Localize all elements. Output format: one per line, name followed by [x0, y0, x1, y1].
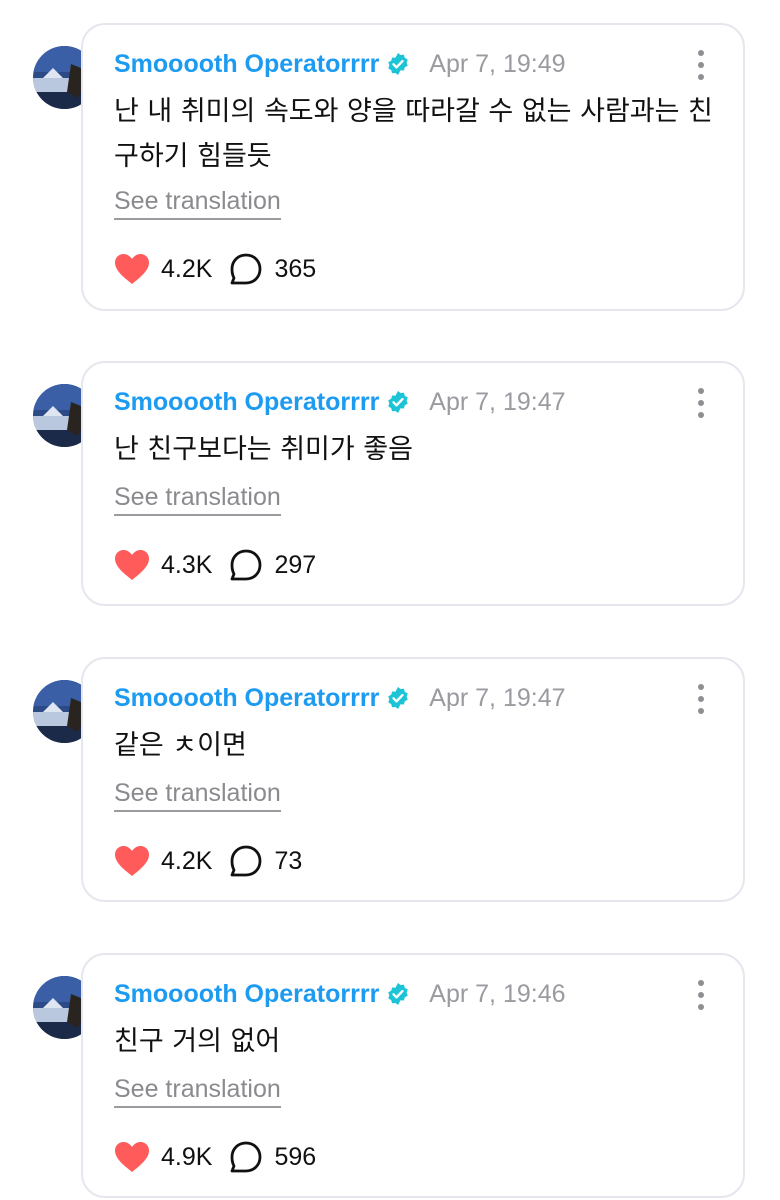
reply-count: 297: [274, 550, 317, 579]
post: Smooooth Operatorrrr Apr 7, 19:46 친구 거의 …: [0, 930, 780, 1200]
post-text: 난 친구보다는 취미가 좋음: [114, 434, 413, 465]
like-button[interactable]: 4.3K: [114, 549, 212, 581]
reply-count: 365: [274, 254, 317, 283]
author-name[interactable]: Smooooth Operatorrrr: [114, 980, 379, 1009]
heart-icon: [115, 1142, 149, 1172]
post-header: Smooooth Operatorrrr Apr 7, 19:47: [114, 680, 566, 716]
author-name[interactable]: Smooooth Operatorrrr: [114, 388, 379, 417]
more-options-icon[interactable]: [695, 50, 707, 80]
post: Smooooth Operatorrrr Apr 7, 19:49 난 내 취미…: [0, 0, 780, 340]
verified-badge-icon: [386, 52, 410, 76]
post-timestamp: Apr 7, 19:49: [429, 49, 566, 78]
heart-icon: [115, 550, 149, 580]
post-timestamp: Apr 7, 19:47: [429, 683, 566, 712]
verified-badge-icon: [386, 982, 410, 1006]
post-header: Smooooth Operatorrrr Apr 7, 19:47: [114, 384, 566, 420]
like-count: 4.2K: [161, 254, 213, 283]
post: Smooooth Operatorrrr Apr 7, 19:47 난 친구보다…: [0, 338, 780, 634]
verified-badge-icon: [386, 686, 410, 710]
like-button[interactable]: 4.9K: [114, 1141, 212, 1173]
comment-icon: [231, 1141, 262, 1173]
like-count: 4.9K: [161, 1142, 213, 1171]
post-timestamp: Apr 7, 19:46: [429, 979, 566, 1008]
post-card: Smooooth Operatorrrr Apr 7, 19:47 같은 ㅊ이면…: [81, 657, 745, 902]
more-options-icon[interactable]: [695, 388, 707, 418]
post-card: Smooooth Operatorrrr Apr 7, 19:49 난 내 취미…: [81, 23, 745, 311]
post-timestamp: Apr 7, 19:47: [429, 387, 566, 416]
post-text: 난 내 취미의 속도와 양을 따라갈 수 없는 사람과는 친구하기 힘들듯: [114, 96, 713, 172]
post-card: Smooooth Operatorrrr Apr 7, 19:46 친구 거의 …: [81, 953, 745, 1198]
post-actions: 4.2K 73: [114, 843, 302, 879]
reply-button[interactable]: 73: [212, 844, 302, 878]
post-header: Smooooth Operatorrrr Apr 7, 19:46: [114, 976, 566, 1012]
reply-button[interactable]: 297: [212, 548, 316, 582]
like-button[interactable]: 4.2K: [114, 253, 212, 285]
comment-icon: [231, 845, 262, 877]
verified-badge-icon: [386, 390, 410, 414]
see-translation-link[interactable]: See translation: [114, 187, 281, 220]
like-button[interactable]: 4.2K: [114, 845, 212, 877]
post-actions: 4.9K 596: [114, 1139, 316, 1175]
more-options-icon[interactable]: [695, 980, 707, 1010]
author-name[interactable]: Smooooth Operatorrrr: [114, 50, 379, 79]
reply-button[interactable]: 596: [212, 1140, 316, 1174]
post-header: Smooooth Operatorrrr Apr 7, 19:49: [114, 46, 566, 82]
like-count: 4.3K: [161, 550, 213, 579]
post-actions: 4.2K 365: [114, 251, 316, 287]
comment-icon: [231, 549, 262, 581]
reply-button[interactable]: 365: [212, 252, 316, 286]
like-count: 4.2K: [161, 846, 213, 875]
post-feed: Smooooth Operatorrrr Apr 7, 19:49 난 내 취미…: [0, 0, 780, 1200]
heart-icon: [115, 254, 149, 284]
see-translation-link[interactable]: See translation: [114, 483, 281, 516]
author-name[interactable]: Smooooth Operatorrrr: [114, 684, 379, 713]
see-translation-link[interactable]: See translation: [114, 1075, 281, 1108]
post-text: 같은 ㅊ이면: [114, 730, 247, 761]
more-options-icon[interactable]: [695, 684, 707, 714]
post-text: 친구 거의 없어: [114, 1026, 281, 1057]
heart-icon: [115, 846, 149, 876]
comment-icon: [231, 253, 262, 285]
see-translation-link[interactable]: See translation: [114, 779, 281, 812]
reply-count: 73: [274, 846, 303, 875]
reply-count: 596: [274, 1142, 317, 1171]
post-card: Smooooth Operatorrrr Apr 7, 19:47 난 친구보다…: [81, 361, 745, 606]
post-actions: 4.3K 297: [114, 547, 316, 583]
post: Smooooth Operatorrrr Apr 7, 19:47 같은 ㅊ이면…: [0, 634, 780, 930]
